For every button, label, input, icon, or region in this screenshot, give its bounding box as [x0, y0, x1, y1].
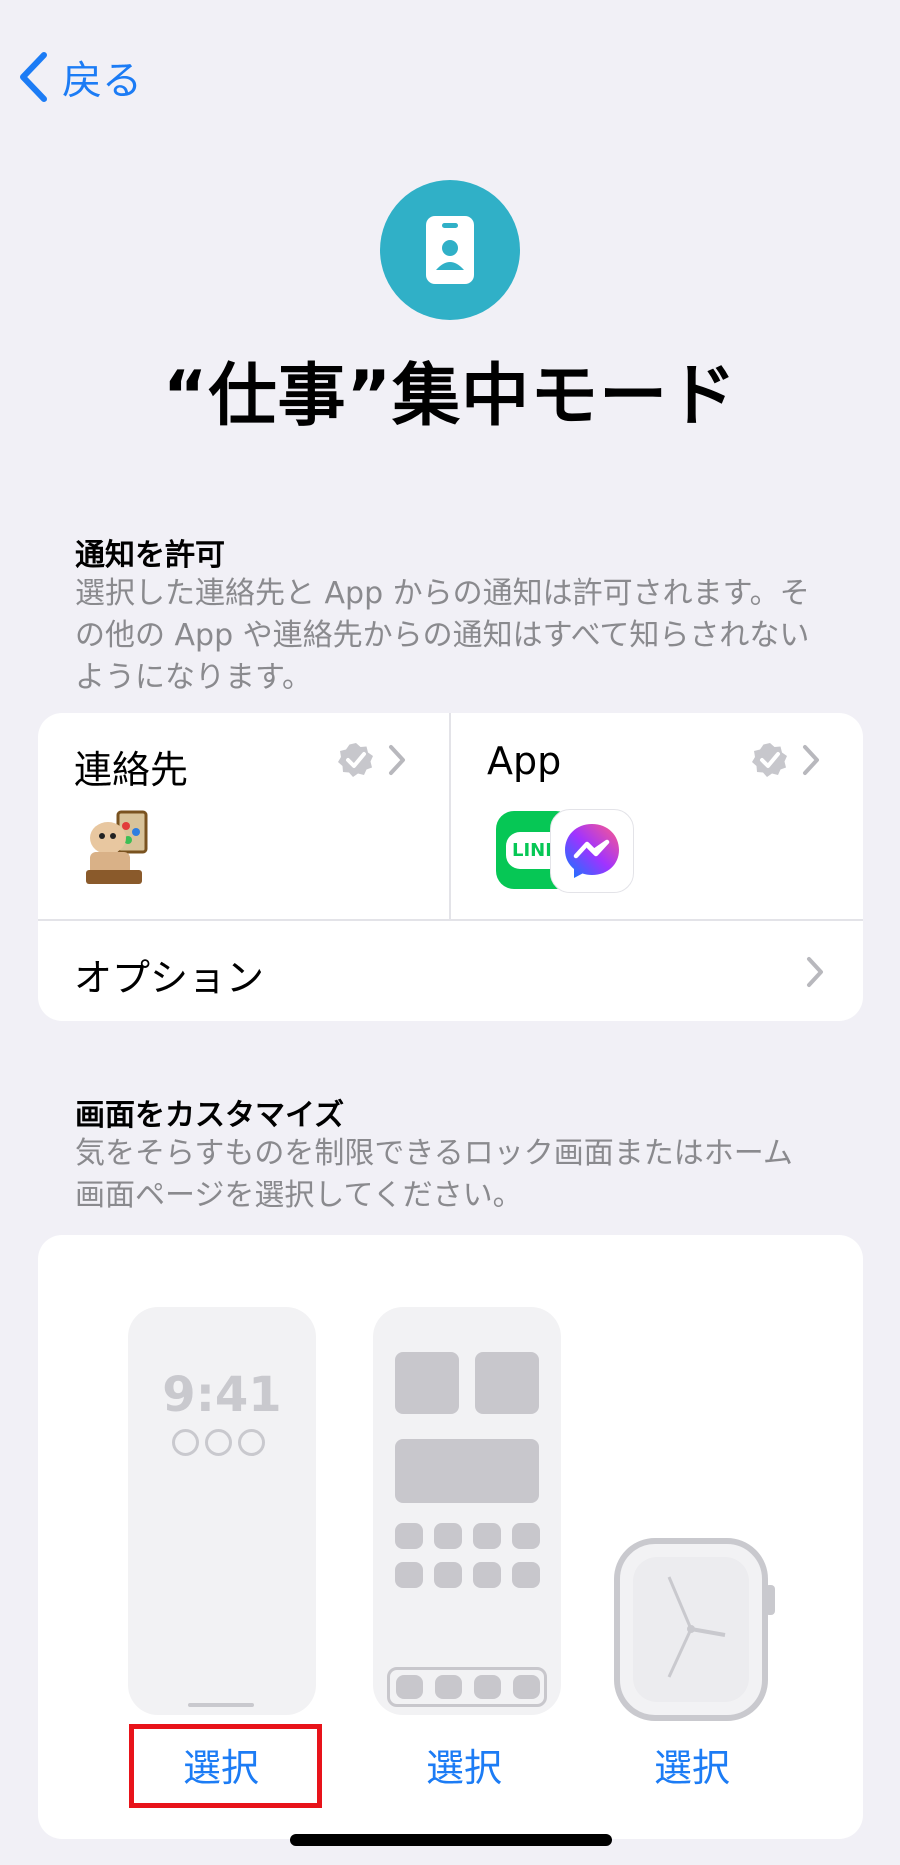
lock-screen-preview[interactable]: 9:41	[128, 1307, 316, 1715]
apple-watch-icon[interactable]	[613, 1537, 778, 1722]
apps-label: App	[487, 739, 562, 783]
dock	[387, 1667, 547, 1707]
contacts-cell[interactable]: 連絡先	[38, 713, 451, 919]
select-home-screen-button[interactable]: 選択	[426, 1737, 502, 1792]
section-description-notifications: 選択した連絡先と App からの通知は許可されます。その他の App や連絡先か…	[75, 576, 810, 695]
options-row[interactable]: オプション	[38, 921, 863, 1021]
section-title-notifications: 通知を許可	[75, 538, 225, 573]
verified-badge-icon	[752, 743, 787, 777]
select-watch-face-button[interactable]: 選択	[654, 1737, 730, 1792]
chevron-left-icon	[20, 52, 47, 102]
chevron-right-icon	[807, 957, 823, 987]
id-badge-icon	[380, 180, 520, 320]
chevron-right-icon	[803, 745, 819, 775]
back-label: 戻る	[62, 58, 142, 104]
chevron-right-icon	[389, 745, 405, 775]
messenger-app-icon	[550, 809, 634, 893]
home-bar	[188, 1703, 254, 1707]
allowed-notifications-card: 連絡先 App LINE オプション	[38, 713, 863, 1021]
verified-badge-icon	[338, 743, 373, 777]
contact-avatar	[86, 810, 148, 884]
home-screen-preview[interactable]	[373, 1307, 561, 1715]
page-title: “仕事”集中モード	[162, 357, 738, 436]
back-button[interactable]: 戻る	[18, 48, 142, 106]
lock-screen-widgets	[172, 1429, 265, 1456]
contacts-label: 連絡先	[74, 748, 189, 792]
home-indicator	[290, 1834, 612, 1846]
lock-screen-time: 9:41	[162, 1367, 282, 1423]
section-title-customize: 画面をカスタマイズ	[75, 1098, 345, 1133]
section-description-customize: 気をそらすものを制限できるロック画面またはホーム画面ページを選択してください。	[75, 1136, 793, 1213]
highlight-annotation-box	[129, 1724, 322, 1808]
options-label: オプション	[74, 956, 265, 1000]
